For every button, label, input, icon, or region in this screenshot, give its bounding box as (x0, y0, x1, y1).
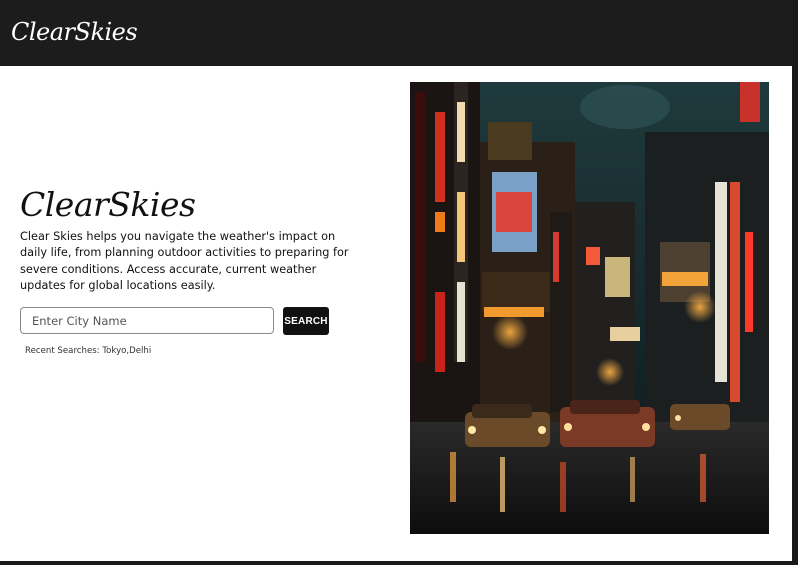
window-edge (792, 0, 798, 565)
window-bottom-edge (0, 561, 798, 565)
city-night-image (410, 82, 769, 534)
city-search-input[interactable] (20, 307, 274, 334)
navbar: ClearSkies (0, 0, 792, 65)
hero-description: Clear Skies helps you navigate the weath… (20, 230, 349, 292)
brand-logo[interactable]: ClearSkies (11, 18, 138, 46)
search-button[interactable]: SEARCH (283, 307, 329, 335)
app-window: ClearSkies ClearSkies Clear Skies helps … (0, 0, 798, 565)
recent-searches: Recent Searches: Tokyo,Delhi (25, 346, 152, 356)
hero-title: ClearSkies (20, 185, 196, 224)
main-content: ClearSkies Clear Skies helps you navigat… (0, 66, 792, 561)
